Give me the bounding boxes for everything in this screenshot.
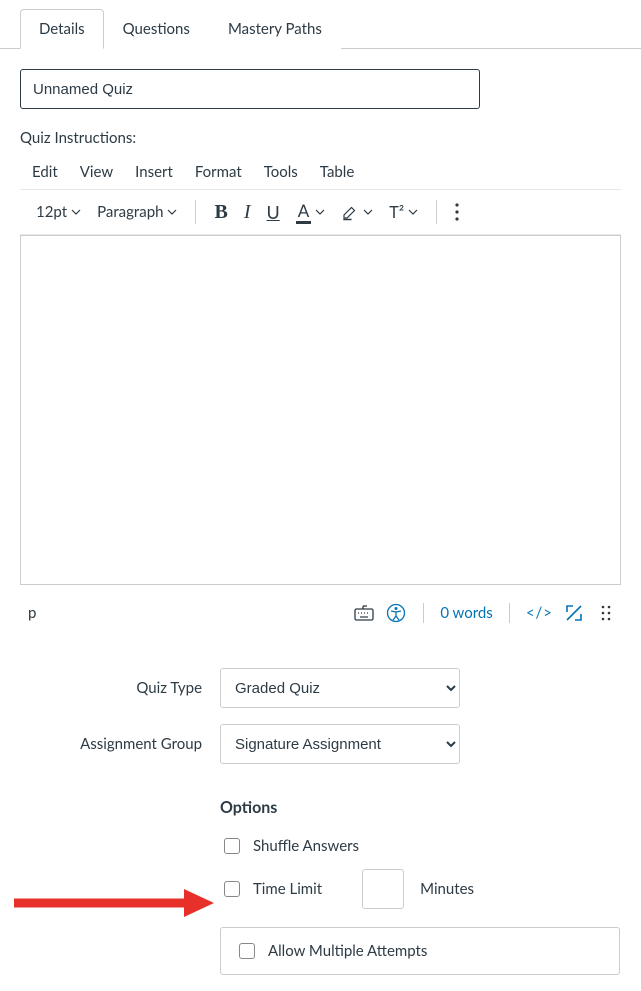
toolbar-divider bbox=[195, 200, 196, 224]
time-limit-checkbox[interactable] bbox=[224, 881, 240, 897]
assignment-group-label: Assignment Group bbox=[20, 735, 220, 753]
editor-menu-bar: Edit View Insert Format Tools Table bbox=[20, 155, 621, 189]
chevron-down-icon bbox=[408, 207, 418, 217]
shuffle-answers-row: Shuffle Answers bbox=[220, 829, 621, 863]
chevron-down-icon bbox=[363, 207, 373, 217]
font-size-label: 12pt bbox=[36, 203, 67, 221]
paragraph-label: Paragraph bbox=[97, 203, 163, 221]
menu-edit[interactable]: Edit bbox=[32, 163, 58, 181]
allow-multiple-attempts-label: Allow Multiple Attempts bbox=[268, 942, 427, 960]
editor-status-bar: p 0 words </> bbox=[20, 588, 621, 628]
tabs-bar: Details Questions Mastery Paths bbox=[0, 8, 641, 49]
accessibility-icon[interactable] bbox=[385, 602, 407, 624]
more-options-button[interactable] bbox=[449, 199, 465, 225]
quiz-title-input[interactable] bbox=[20, 69, 480, 109]
tab-mastery-paths[interactable]: Mastery Paths bbox=[209, 9, 341, 49]
superscript-button[interactable]: T² bbox=[383, 199, 424, 226]
tab-questions[interactable]: Questions bbox=[104, 9, 209, 49]
shuffle-answers-checkbox[interactable] bbox=[224, 838, 240, 854]
element-path[interactable]: p bbox=[28, 604, 353, 622]
quiz-type-select[interactable]: Graded Quiz bbox=[220, 668, 460, 708]
shuffle-answers-label: Shuffle Answers bbox=[253, 837, 359, 855]
tab-details[interactable]: Details bbox=[20, 9, 104, 49]
menu-view[interactable]: View bbox=[80, 163, 113, 181]
word-count[interactable]: 0 words bbox=[440, 604, 492, 622]
editor-textarea[interactable] bbox=[20, 235, 621, 585]
html-view-toggle[interactable]: </> bbox=[526, 604, 553, 622]
chevron-down-icon bbox=[315, 207, 325, 217]
text-color-label: A bbox=[296, 200, 312, 224]
options-heading: Options bbox=[220, 798, 621, 817]
menu-tools[interactable]: Tools bbox=[264, 163, 298, 181]
toolbar-divider bbox=[436, 200, 437, 224]
status-divider bbox=[509, 603, 510, 623]
quiz-type-label: Quiz Type bbox=[20, 679, 220, 697]
font-size-select[interactable]: 12pt bbox=[30, 199, 87, 225]
time-limit-label: Time Limit bbox=[253, 880, 322, 898]
text-color-button[interactable]: A bbox=[290, 196, 332, 228]
instructions-label: Quiz Instructions: bbox=[0, 129, 641, 147]
assignment-group-select[interactable]: Signature Assignment bbox=[220, 724, 460, 764]
drag-handle-icon[interactable] bbox=[595, 602, 617, 624]
editor-toolbar: 12pt Paragraph B I U A T² bbox=[20, 189, 621, 235]
keyboard-icon[interactable] bbox=[353, 602, 375, 624]
kebab-icon bbox=[455, 203, 459, 221]
time-limit-minutes-input[interactable] bbox=[362, 869, 404, 909]
chevron-down-icon bbox=[167, 207, 177, 217]
italic-button[interactable]: I bbox=[238, 197, 257, 228]
allow-multiple-attempts-box: Allow Multiple Attempts bbox=[220, 927, 620, 975]
paragraph-select[interactable]: Paragraph bbox=[91, 199, 183, 225]
highlight-icon bbox=[341, 203, 359, 221]
menu-table[interactable]: Table bbox=[320, 163, 354, 181]
time-limit-row: Time Limit Minutes bbox=[220, 863, 621, 915]
menu-insert[interactable]: Insert bbox=[135, 163, 173, 181]
highlight-button[interactable] bbox=[335, 199, 379, 225]
underline-button[interactable]: U bbox=[261, 197, 286, 227]
chevron-down-icon bbox=[71, 207, 81, 217]
minutes-label: Minutes bbox=[420, 880, 474, 898]
allow-multiple-attempts-checkbox[interactable] bbox=[239, 943, 255, 959]
menu-format[interactable]: Format bbox=[195, 163, 242, 181]
superscript-label: T² bbox=[389, 203, 404, 222]
fullscreen-button[interactable] bbox=[563, 602, 585, 624]
status-divider bbox=[423, 603, 424, 623]
bold-button[interactable]: B bbox=[208, 197, 233, 228]
